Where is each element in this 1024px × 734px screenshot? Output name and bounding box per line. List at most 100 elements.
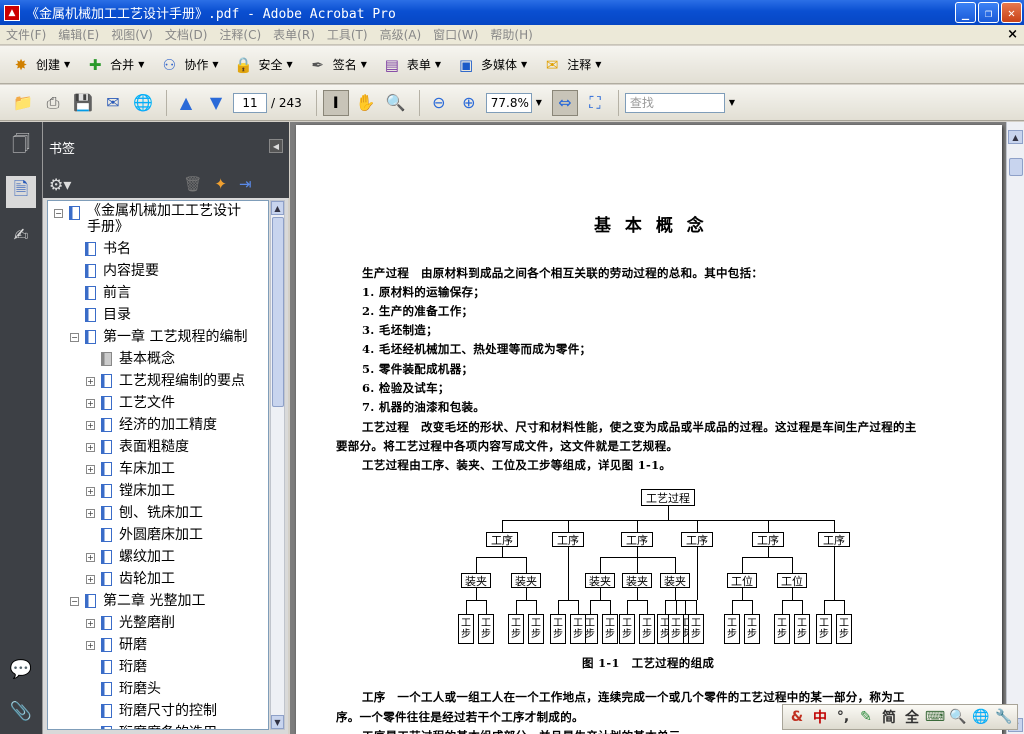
zoom-tool-icon[interactable]: 🔍 — [383, 90, 409, 116]
close-button[interactable]: ✕ — [1001, 2, 1022, 23]
menu-forms[interactable]: 表单(R) — [267, 26, 321, 43]
menu-edit[interactable]: 编辑(E) — [52, 26, 105, 43]
bookmark-item[interactable]: + 齿轮加工 — [86, 569, 175, 589]
expand-icon[interactable]: + — [86, 509, 95, 518]
sign-button[interactable]: ✒ 签名 ▼ — [307, 54, 366, 76]
comments-icon[interactable]: 💬 — [8, 656, 34, 682]
bookmark-item[interactable]: 珩磨尺寸的控制 — [86, 701, 217, 721]
scroll-up-icon[interactable]: ▲ — [271, 201, 284, 215]
bookmark-item[interactable]: 目录 — [70, 305, 131, 325]
search-dropdown-icon[interactable]: ▼ — [729, 98, 735, 107]
expand-icon[interactable]: + — [86, 487, 95, 496]
tools-icon[interactable]: 🔧 — [994, 707, 1014, 727]
menu-window[interactable]: 窗口(W) — [427, 26, 484, 43]
scrollbar-thumb[interactable] — [1009, 158, 1023, 176]
secure-button[interactable]: 🔒 安全 ▼ — [233, 54, 293, 76]
zoom-level-input[interactable]: 77.8% — [485, 92, 532, 113]
save-icon[interactable]: 💾 — [70, 90, 96, 116]
scroll-up-icon[interactable]: ▲ — [1008, 130, 1023, 144]
menu-view[interactable]: 视图(V) — [105, 26, 159, 43]
bookmark-item[interactable]: + 表面粗糙度 — [86, 437, 189, 457]
ime-logo-icon[interactable]: & — [787, 707, 807, 727]
expand-icon[interactable]: + — [86, 377, 95, 386]
scrollbar-thumb[interactable] — [272, 217, 284, 407]
collapse-icon[interactable]: − — [54, 209, 63, 218]
collapse-panel-icon[interactable]: ◀ — [269, 139, 283, 153]
expand-icon[interactable]: + — [86, 421, 95, 430]
bookmark-item[interactable]: 珩磨 — [86, 657, 147, 677]
select-text-icon[interactable]: I — [322, 89, 349, 116]
menu-document[interactable]: 文档(D) — [159, 26, 214, 43]
multimedia-button[interactable]: ▣ 多媒体 ▼ — [455, 54, 527, 76]
document-scrollbar[interactable]: ▲ ▼ — [1006, 122, 1024, 734]
bookmark-item[interactable]: 外圆磨床加工 — [86, 525, 203, 545]
bookmark-item[interactable]: + 镗床加工 — [86, 481, 175, 501]
expand-icon[interactable]: + — [86, 553, 95, 562]
signatures-icon[interactable]: ✍ — [8, 222, 34, 248]
options-gear-icon[interactable]: ⚙▾ — [49, 175, 71, 194]
fit-page-icon[interactable]: ⛶ — [582, 90, 608, 116]
punctuation-icon[interactable]: °, — [833, 707, 853, 727]
bookmark-item[interactable]: + 车床加工 — [86, 459, 175, 479]
bookmark-item[interactable]: − 第二章 光整加工 — [70, 591, 205, 611]
bookmark-item[interactable]: 基本概念 — [86, 349, 175, 369]
zoom-in-icon[interactable]: ⊕ — [456, 90, 482, 116]
close-document-icon[interactable]: × — [1007, 27, 1018, 42]
scroll-down-icon[interactable]: ▼ — [271, 715, 284, 729]
menu-comments[interactable]: 注释(C) — [213, 26, 267, 43]
menu-help[interactable]: 帮助(H) — [484, 26, 538, 43]
soft-keyboard-icon[interactable]: ⌨ — [925, 707, 945, 727]
bookmark-item[interactable]: − 《金属机械加工工艺设计 手册》 — [54, 203, 241, 235]
zoom-dropdown-icon[interactable]: ▼ — [536, 98, 542, 107]
open-folder-icon[interactable]: 📁 — [10, 90, 36, 116]
web-upload-icon[interactable]: 🌐 — [130, 90, 156, 116]
expand-icon[interactable]: + — [86, 575, 95, 584]
bookmark-item[interactable]: + 工艺文件 — [86, 393, 175, 413]
collapse-icon[interactable]: − — [70, 597, 79, 606]
next-page-icon[interactable]: ▼ — [203, 90, 229, 116]
bookmark-item[interactable]: 珩磨磨条的选用 — [86, 723, 217, 729]
fit-width-icon[interactable]: ⇔ — [551, 89, 578, 116]
minimize-button[interactable]: _ — [955, 2, 976, 23]
expand-icon[interactable]: + — [86, 443, 95, 452]
expand-icon[interactable]: + — [86, 619, 95, 628]
page-number-input[interactable]: 11 — [233, 92, 267, 113]
menu-file[interactable]: 文件(F) — [0, 26, 52, 43]
bookmark-item[interactable]: 前言 — [70, 283, 131, 303]
search-input[interactable]: 查找 — [624, 92, 725, 113]
bookmark-item[interactable]: + 研磨 — [86, 635, 147, 655]
bookmark-scrollbar[interactable]: ▲ ▼ — [270, 200, 285, 730]
hand-tool-icon[interactable]: ✋ — [353, 90, 379, 116]
forms-button[interactable]: ▤ 表单 ▼ — [381, 54, 441, 76]
expand-icon[interactable]: + — [86, 641, 95, 650]
bookmark-item[interactable]: 珩磨头 — [86, 679, 161, 699]
email-icon[interactable]: ✉ — [100, 90, 126, 116]
new-bookmark-icon[interactable]: ✦ — [214, 175, 227, 193]
expand-icon[interactable]: + — [86, 465, 95, 474]
delete-bookmark-icon[interactable]: 🗑 — [183, 175, 202, 193]
menu-tools[interactable]: 工具(T) — [321, 26, 374, 43]
expand-bookmark-icon[interactable]: ⇥ — [239, 175, 252, 193]
expand-icon[interactable]: + — [86, 399, 95, 408]
previous-page-icon[interactable]: ▲ — [173, 90, 199, 116]
simplified-icon[interactable]: 简 — [879, 707, 899, 727]
collapse-icon[interactable]: − — [70, 333, 79, 342]
bookmark-item[interactable]: − 第一章 工艺规程的编制 — [70, 327, 247, 347]
chinese-mode-icon[interactable]: 中 — [810, 707, 830, 727]
print-icon[interactable]: ⎙ — [40, 90, 66, 116]
fullwidth-icon[interactable]: 全 — [902, 707, 922, 727]
maximize-button[interactable]: ❐ — [978, 2, 999, 23]
bookmark-item[interactable]: 内容提要 — [70, 261, 159, 281]
bookmark-item[interactable]: 书名 — [70, 239, 131, 259]
pages-icon[interactable]: 🗍 — [8, 134, 34, 160]
create-button[interactable]: ✸ 创建 ▼ — [10, 54, 70, 76]
handwriting-icon[interactable]: ✎ — [856, 707, 876, 727]
bookmark-item[interactable]: + 经济的加工精度 — [86, 415, 217, 435]
zoom-out-icon[interactable]: ⊖ — [426, 90, 452, 116]
bookmark-item[interactable]: + 刨、铣床加工 — [86, 503, 203, 523]
combine-button[interactable]: ✚ 合并 ▼ — [84, 54, 144, 76]
search-icon[interactable]: 🔍 — [948, 707, 968, 727]
attachments-icon[interactable]: 📎 — [8, 698, 34, 724]
bookmark-item[interactable]: + 光整磨削 — [86, 613, 175, 633]
menu-advanced[interactable]: 高级(A) — [374, 26, 428, 43]
